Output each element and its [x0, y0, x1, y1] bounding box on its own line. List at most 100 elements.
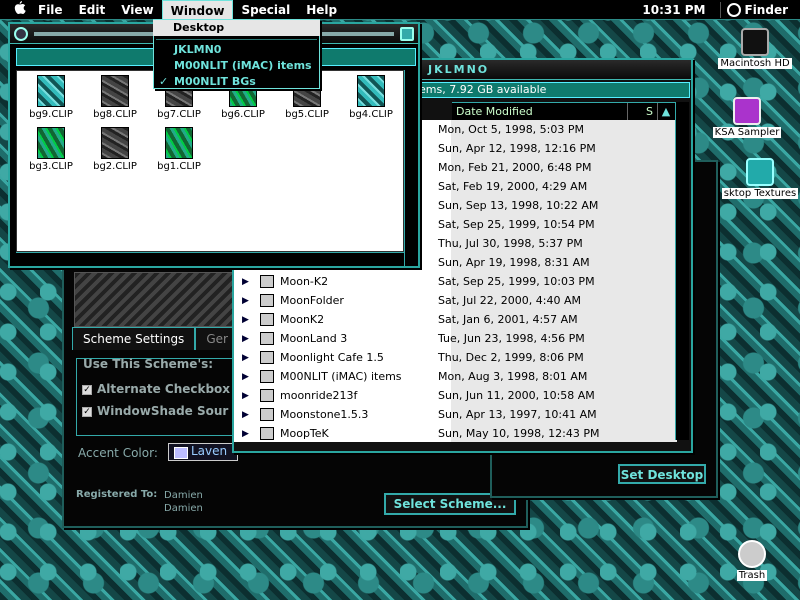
- accent-color-select[interactable]: Laven: [168, 443, 238, 461]
- row-date: Sun, Apr 12, 1998, 12:16 PM: [438, 142, 596, 155]
- item-icon: [260, 370, 274, 383]
- app-menu-label[interactable]: Finder: [745, 3, 800, 17]
- item-icon: [260, 408, 274, 421]
- tab-scheme-settings[interactable]: Scheme Settings: [72, 327, 196, 350]
- desktop-icon-desktop-textures[interactable]: sktop Textures: [718, 158, 800, 199]
- finder-app-icon[interactable]: [726, 2, 741, 17]
- checkmark-icon: ✓: [159, 75, 169, 88]
- desktop-icon-ksa-sampler[interactable]: KSA Sampler: [705, 97, 789, 138]
- window-menu-item-moonlit-bgs[interactable]: ✓ M00NLIT BGs: [154, 74, 319, 90]
- disclosure-triangle-icon[interactable]: ▶: [242, 391, 250, 401]
- table-row[interactable]: ▶ MoopTeK Sun, May 10, 1998, 12:43 PM: [234, 424, 677, 442]
- row-date: Sat, Feb 19, 2000, 4:29 AM: [438, 180, 588, 193]
- row-date: Mon, Feb 21, 2000, 6:48 PM: [438, 161, 592, 174]
- zoom-box-icon[interactable]: [400, 26, 414, 41]
- desktop-icon-trash[interactable]: Trash: [710, 540, 794, 581]
- file-icon-item[interactable]: bg2.CLIP: [85, 127, 145, 172]
- file-icon-item[interactable]: bg3.CLIP: [21, 127, 81, 172]
- registered-values: Damien Damien: [164, 489, 203, 515]
- file-icon-item[interactable]: bg9.CLIP: [21, 75, 81, 120]
- disclosure-triangle-icon[interactable]: ▶: [242, 315, 250, 325]
- table-row[interactable]: ▶ M00NLIT (iMAC) items Mon, Aug 3, 1998, 8…: [234, 367, 677, 386]
- file-icon-item[interactable]: bg1.CLIP: [149, 127, 209, 172]
- disclosure-triangle-icon[interactable]: ▶: [242, 429, 250, 439]
- table-row[interactable]: ▶ moonride213f Sun, Jun 11, 2000, 10:58 AM: [234, 386, 677, 405]
- row-date: Tue, Jun 23, 1998, 4:56 PM: [438, 332, 585, 345]
- set-desktop-button[interactable]: Set Desktop: [618, 464, 706, 484]
- windowshade-sound-option[interactable]: ✓ WindowShade Sour: [82, 404, 228, 418]
- menu-window[interactable]: Window: [161, 0, 234, 20]
- disclosure-triangle-icon[interactable]: ▶: [242, 296, 250, 306]
- column-date-modified[interactable]: Date Modified: [452, 103, 628, 120]
- row-name: MoonK2: [280, 313, 325, 326]
- menu-item-label: M00NLIT BGs: [174, 75, 256, 88]
- disclosure-triangle-icon[interactable]: ▶: [242, 334, 250, 344]
- row-date: Sat, Jul 22, 2000, 4:40 AM: [438, 294, 581, 307]
- menu-separator: [156, 36, 317, 40]
- item-icon: [260, 427, 274, 440]
- menu-special[interactable]: Special: [233, 0, 298, 20]
- disclosure-triangle-icon[interactable]: ▶: [242, 410, 250, 420]
- table-row[interactable]: ▶ MoonLand 3 Tue, Jun 23, 1998, 4:56 PM: [234, 329, 677, 348]
- apple-menu-icon[interactable]: [10, 1, 30, 18]
- row-name: MoopTeK: [280, 427, 329, 440]
- row-name: Moonlight Cafe 1.5: [280, 351, 384, 364]
- hard-disk-icon: [741, 28, 769, 56]
- file-icon-label: bg5.CLIP: [285, 109, 329, 120]
- checkbox-label: Alternate Checkbox: [97, 382, 231, 396]
- row-date: Mon, Oct 5, 1998, 5:03 PM: [438, 123, 585, 136]
- table-row[interactable]: ▶ Moonstone1.5.3 Sun, Apr 13, 1997, 10:41 …: [234, 405, 677, 424]
- alternate-checkbox-option[interactable]: ✓ Alternate Checkbox: [82, 382, 230, 396]
- window-menu-item-moonlit-items[interactable]: M00NLIT (iMAC) items: [154, 58, 319, 74]
- checkbox-icon[interactable]: ✓: [82, 384, 92, 395]
- row-date: Sun, Sep 13, 1998, 10:22 AM: [438, 199, 599, 212]
- group-label: Use This Scheme's:: [83, 357, 214, 371]
- list-window-title: JKLMNO: [428, 63, 490, 76]
- menu-help[interactable]: Help: [298, 0, 345, 20]
- item-icon: [260, 275, 274, 288]
- menu-clock[interactable]: 10:31 PM: [634, 3, 713, 17]
- table-row[interactable]: ▶ Moonlight Cafe 1.5 Thu, Dec 2, 1999, 8:0…: [234, 348, 677, 367]
- row-name: M00NLIT (iMAC) items: [280, 370, 402, 383]
- disclosure-triangle-icon[interactable]: ▶: [242, 277, 250, 287]
- row-date: Sun, Jun 11, 2000, 10:58 AM: [438, 389, 595, 402]
- disclosure-triangle-icon[interactable]: ▶: [242, 353, 250, 363]
- window-menu-item-jklmno[interactable]: JKLMN0: [154, 42, 319, 58]
- menu-bar: File Edit View Window Special Help 10:31…: [0, 0, 800, 20]
- accent-color-label: Accent Color:: [78, 446, 158, 460]
- menu-edit[interactable]: Edit: [71, 0, 114, 20]
- disclosure-triangle-icon[interactable]: ▶: [242, 372, 250, 382]
- table-row[interactable]: ▶ MoonFolder Sat, Jul 22, 2000, 4:40 AM: [234, 291, 677, 310]
- list-vertical-scrollbar[interactable]: [675, 102, 689, 440]
- file-icon-label: bg7.CLIP: [157, 109, 201, 120]
- icon-view-area: bg9.CLIP bg8.CLIP bg7.CLIP bg6.CLIP bg5.CLIP…: [16, 70, 404, 252]
- front-vertical-scrollbar[interactable]: [404, 70, 418, 266]
- row-date: Sun, Apr 19, 1998, 8:31 AM: [438, 256, 590, 269]
- menu-file[interactable]: File: [30, 0, 71, 20]
- row-name: moonride213f: [280, 389, 358, 402]
- item-icon: [260, 389, 274, 402]
- checkbox-icon[interactable]: ✓: [82, 406, 92, 417]
- row-date: Sat, Sep 25, 1999, 10:03 PM: [438, 275, 595, 288]
- desktop-icon-label: KSA Sampler: [712, 127, 782, 138]
- sort-arrow-icon[interactable]: ▲: [658, 103, 674, 120]
- file-icon-item[interactable]: bg8.CLIP: [85, 75, 145, 120]
- front-horizontal-scrollbar[interactable]: [16, 252, 404, 266]
- table-row[interactable]: ▶ Moon-K2 Sat, Sep 25, 1999, 10:03 PM: [234, 272, 677, 291]
- column-size[interactable]: S: [628, 103, 658, 120]
- desktop-icon-label: Trash: [736, 570, 768, 581]
- trash-icon: [738, 540, 766, 568]
- menubar-divider: [719, 1, 721, 18]
- registered-label: Registered To:: [76, 489, 158, 500]
- theme-preview-image: [74, 272, 244, 327]
- file-icon-item[interactable]: bg4.CLIP: [341, 75, 401, 120]
- desktop-icon-label: Macintosh HD: [718, 58, 792, 69]
- desktop-icon-macintosh-hd[interactable]: Macintosh HD: [713, 28, 797, 69]
- close-box-icon[interactable]: [14, 26, 28, 41]
- window-menu-item-desktop[interactable]: Desktop: [153, 20, 320, 36]
- item-icon: [260, 313, 274, 326]
- table-row[interactable]: ▶ MoonK2 Sat, Jan 6, 2001, 4:57 AM: [234, 310, 677, 329]
- menu-view[interactable]: View: [113, 0, 161, 20]
- sampler-app-icon: [733, 97, 761, 125]
- row-name: Moonstone1.5.3: [280, 408, 369, 421]
